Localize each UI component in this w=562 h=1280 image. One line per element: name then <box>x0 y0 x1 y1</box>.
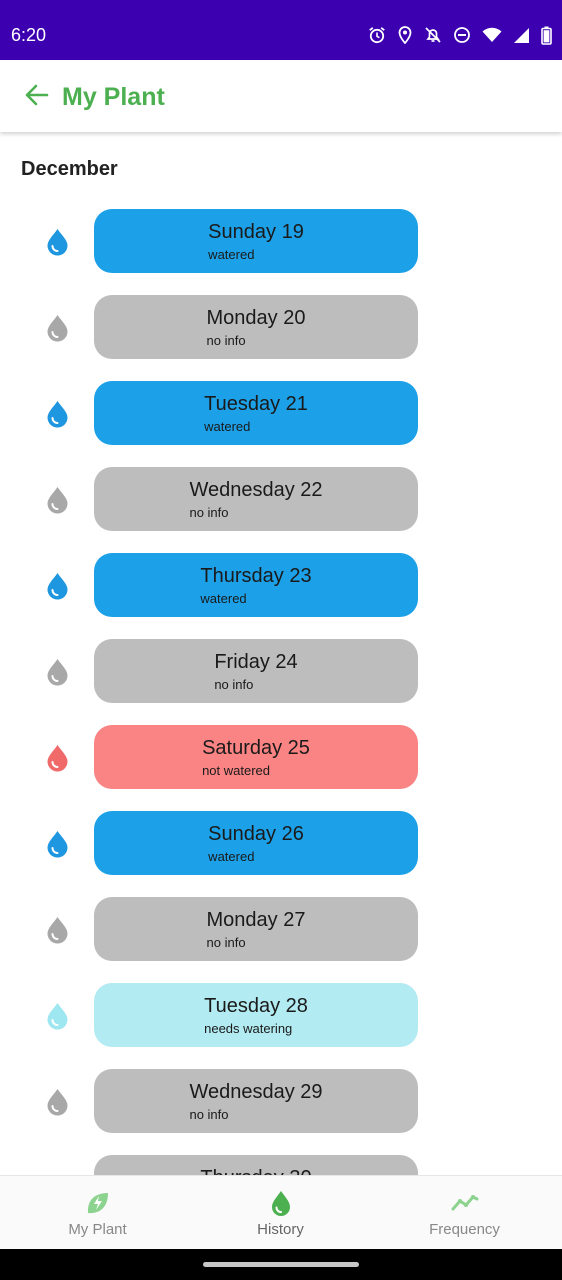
day-label: Sunday 26 <box>208 823 304 845</box>
day-card-content: Monday 27 no info <box>207 908 306 951</box>
day-card[interactable]: Tuesday 28 needs watering <box>94 983 418 1047</box>
day-row[interactable]: Wednesday 29 no info <box>0 1069 562 1135</box>
water-drop-icon <box>47 487 68 514</box>
water-drop-icon <box>47 659 68 686</box>
day-row[interactable]: Monday 27 no info <box>0 897 562 963</box>
notifications-off-icon <box>424 26 442 44</box>
day-label: Wednesday 29 <box>189 1081 323 1103</box>
day-status: watered <box>208 247 255 262</box>
day-status: watered <box>208 849 255 864</box>
day-label: Friday 24 <box>214 651 298 673</box>
day-card-content: Saturday 25 not watered <box>202 736 310 779</box>
plant-bolt-icon <box>87 1193 108 1214</box>
day-card[interactable]: Friday 24 no info <box>94 639 418 703</box>
do-not-disturb-icon <box>453 26 471 44</box>
bottom-navigation: My Plant History Frequency <box>0 1175 562 1250</box>
location-icon <box>397 26 413 44</box>
day-row[interactable]: Sunday 19 watered <box>0 209 562 275</box>
day-card[interactable]: Tuesday 21 watered <box>94 381 418 445</box>
day-status: watered <box>204 419 251 434</box>
day-row[interactable]: Wednesday 22 no info <box>0 467 562 533</box>
signal-icon <box>513 27 530 44</box>
status-time: 6:20 <box>11 25 47 45</box>
day-label: Monday 20 <box>206 307 306 329</box>
nav-item-frequency[interactable]: Frequency <box>371 1176 558 1250</box>
day-card[interactable]: Sunday 26 watered <box>94 811 418 875</box>
day-status: needs watering <box>204 1021 293 1036</box>
day-card-content: Sunday 26 watered <box>208 822 304 865</box>
day-card-content: Thursday 30no info <box>200 1166 311 1175</box>
wifi-icon <box>482 27 502 43</box>
day-status: no info <box>189 1107 229 1122</box>
day-card-content: Friday 24 no info <box>214 650 297 693</box>
system-navigation-bar <box>0 1249 562 1280</box>
status-icons <box>368 24 552 46</box>
day-row[interactable]: Friday 24 no info <box>0 639 562 705</box>
day-label: Tuesday 21 <box>204 393 308 415</box>
day-card-content: Wednesday 29 no info <box>189 1080 322 1123</box>
day-card[interactable]: Monday 27 no info <box>94 897 418 961</box>
nav-label: History <box>257 1221 304 1238</box>
arrow-back-icon <box>25 84 49 106</box>
day-label: Wednesday 22 <box>189 479 323 501</box>
day-card[interactable]: Sunday 19 watered <box>94 209 418 273</box>
water-drop-icon <box>47 573 68 600</box>
day-row[interactable]: Tuesday 21 watered <box>0 381 562 447</box>
day-row[interactable]: Thursday 30no info <box>0 1155 562 1175</box>
day-status: no info <box>206 935 246 950</box>
day-card[interactable]: Wednesday 29 no info <box>94 1069 418 1133</box>
trend-line-icon <box>451 1195 478 1211</box>
water-drop-icon <box>47 831 68 858</box>
back-button[interactable] <box>22 80 52 110</box>
day-label: Monday 27 <box>206 909 306 931</box>
day-card-content: Sunday 19 watered <box>208 220 304 263</box>
home-gesture-handle[interactable] <box>203 1262 359 1267</box>
day-label: Sunday 19 <box>208 221 304 243</box>
water-drop-icon <box>47 401 68 428</box>
water-drop-icon <box>47 1003 68 1030</box>
day-row[interactable]: Tuesday 28 needs watering <box>0 983 562 1049</box>
day-card[interactable]: Thursday 30no info <box>94 1155 418 1175</box>
day-row[interactable]: Saturday 25 not watered <box>0 725 562 791</box>
nav-label: Frequency <box>429 1221 500 1238</box>
page-title: My Plant <box>62 83 165 111</box>
status-bar: 6:20 <box>0 0 562 60</box>
day-status: no info <box>189 505 229 520</box>
day-row[interactable]: Thursday 23 watered <box>0 553 562 619</box>
app-bar: My Plant <box>0 60 562 132</box>
day-card-content: Tuesday 28 needs watering <box>204 994 308 1037</box>
alarm-icon <box>368 26 386 44</box>
day-card-content: Tuesday 21 watered <box>204 392 308 435</box>
water-drop-icon <box>47 1089 68 1116</box>
day-status: no info <box>206 333 246 348</box>
day-card-content: Monday 20 no info <box>207 306 306 349</box>
day-label: Thursday 30 <box>200 1166 311 1175</box>
day-card-content: Wednesday 22 no info <box>189 478 322 521</box>
month-header: December <box>21 158 118 180</box>
day-label: Tuesday 28 <box>204 995 308 1017</box>
nav-item-my-plant[interactable]: My Plant <box>4 1176 191 1250</box>
battery-icon <box>541 26 552 45</box>
water-drop-icon <box>47 917 68 944</box>
nav-item-history[interactable]: History <box>187 1176 374 1250</box>
day-card[interactable]: Wednesday 22 no info <box>94 467 418 531</box>
day-card[interactable]: Thursday 23 watered <box>94 553 418 617</box>
day-row[interactable]: Monday 20 no info <box>0 295 562 361</box>
day-card-content: Thursday 23 watered <box>200 564 311 607</box>
water-drop-icon <box>47 229 68 256</box>
day-status: watered <box>200 591 247 606</box>
day-status: not watered <box>202 763 271 778</box>
water-drop-icon <box>271 1191 290 1216</box>
water-drop-icon <box>47 315 68 342</box>
day-card[interactable]: Monday 20 no info <box>94 295 418 359</box>
history-list[interactable]: December Sunday 19 watered Monday 20 no inf… <box>0 134 562 1175</box>
water-drop-icon <box>47 745 68 772</box>
day-label: Saturday 25 <box>202 737 310 759</box>
nav-label: My Plant <box>68 1221 127 1238</box>
day-status: no info <box>214 677 254 692</box>
day-row[interactable]: Sunday 26 watered <box>0 811 562 877</box>
day-card[interactable]: Saturday 25 not watered <box>94 725 418 789</box>
day-label: Thursday 23 <box>200 565 312 587</box>
